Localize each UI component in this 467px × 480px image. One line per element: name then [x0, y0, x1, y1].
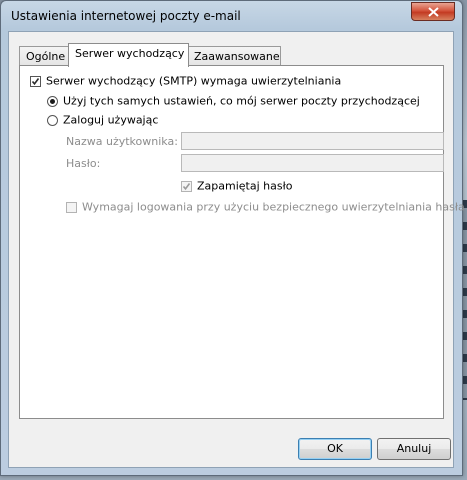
- smtp-auth-label: Serwer wychodzący (SMTP) wymaga uwierzyt…: [46, 74, 342, 88]
- username-label: Nazwa użytkownika:: [66, 135, 178, 148]
- cancel-button[interactable]: Anuluj: [377, 438, 451, 460]
- username-input[interactable]: [181, 132, 444, 150]
- log-on-using-radio[interactable]: [47, 114, 58, 126]
- dialog-client-area: Ogólne Serwer wychodzący Zaawansowane Se…: [8, 31, 465, 468]
- close-button[interactable]: [411, 2, 455, 21]
- use-same-settings-radio[interactable]: [47, 95, 58, 107]
- title-bar[interactable]: Ustawienia internetowej poczty e-mail: [1, 1, 462, 31]
- tab-outgoing-server[interactable]: Serwer wychodzący: [68, 43, 189, 67]
- spa-checkbox[interactable]: [66, 201, 77, 213]
- dialog-window: Ustawienia internetowej poczty e-mail Og…: [0, 0, 465, 476]
- remember-password-row[interactable]: Zapamiętaj hasło: [181, 179, 292, 193]
- spa-row[interactable]: Wymagaj logowania przy użyciu bezpieczne…: [66, 200, 465, 214]
- smtp-auth-checkbox[interactable]: [30, 75, 41, 87]
- password-input[interactable]: [181, 154, 444, 172]
- close-icon: [428, 7, 439, 17]
- window-title: Ustawienia internetowej poczty e-mail: [11, 9, 241, 23]
- tab-general[interactable]: Ogólne: [19, 46, 70, 66]
- checkmark-icon: [31, 77, 40, 85]
- spa-label: Wymagaj logowania przy użyciu bezpieczne…: [82, 200, 465, 214]
- checkmark-icon: [182, 182, 191, 190]
- password-label: Hasło:: [66, 157, 101, 170]
- use-same-settings-row[interactable]: Użyj tych samych ustawień, co mój serwer…: [47, 94, 420, 108]
- use-same-settings-label: Użyj tych samych ustawień, co mój serwer…: [63, 94, 420, 108]
- remember-password-checkbox[interactable]: [181, 180, 192, 192]
- log-on-using-label: Zaloguj używając: [63, 113, 159, 127]
- smtp-auth-row[interactable]: Serwer wychodzący (SMTP) wymaga uwierzyt…: [30, 74, 341, 88]
- tab-advanced[interactable]: Zaawansowane: [187, 46, 281, 66]
- radio-selected-dot: [50, 98, 55, 104]
- remember-password-label: Zapamiętaj hasło: [197, 179, 293, 193]
- ok-button[interactable]: OK: [298, 438, 372, 460]
- log-on-using-row[interactable]: Zaloguj używając: [47, 113, 158, 127]
- outgoing-server-panel: Serwer wychodzący (SMTP) wymaga uwierzyt…: [19, 65, 465, 419]
